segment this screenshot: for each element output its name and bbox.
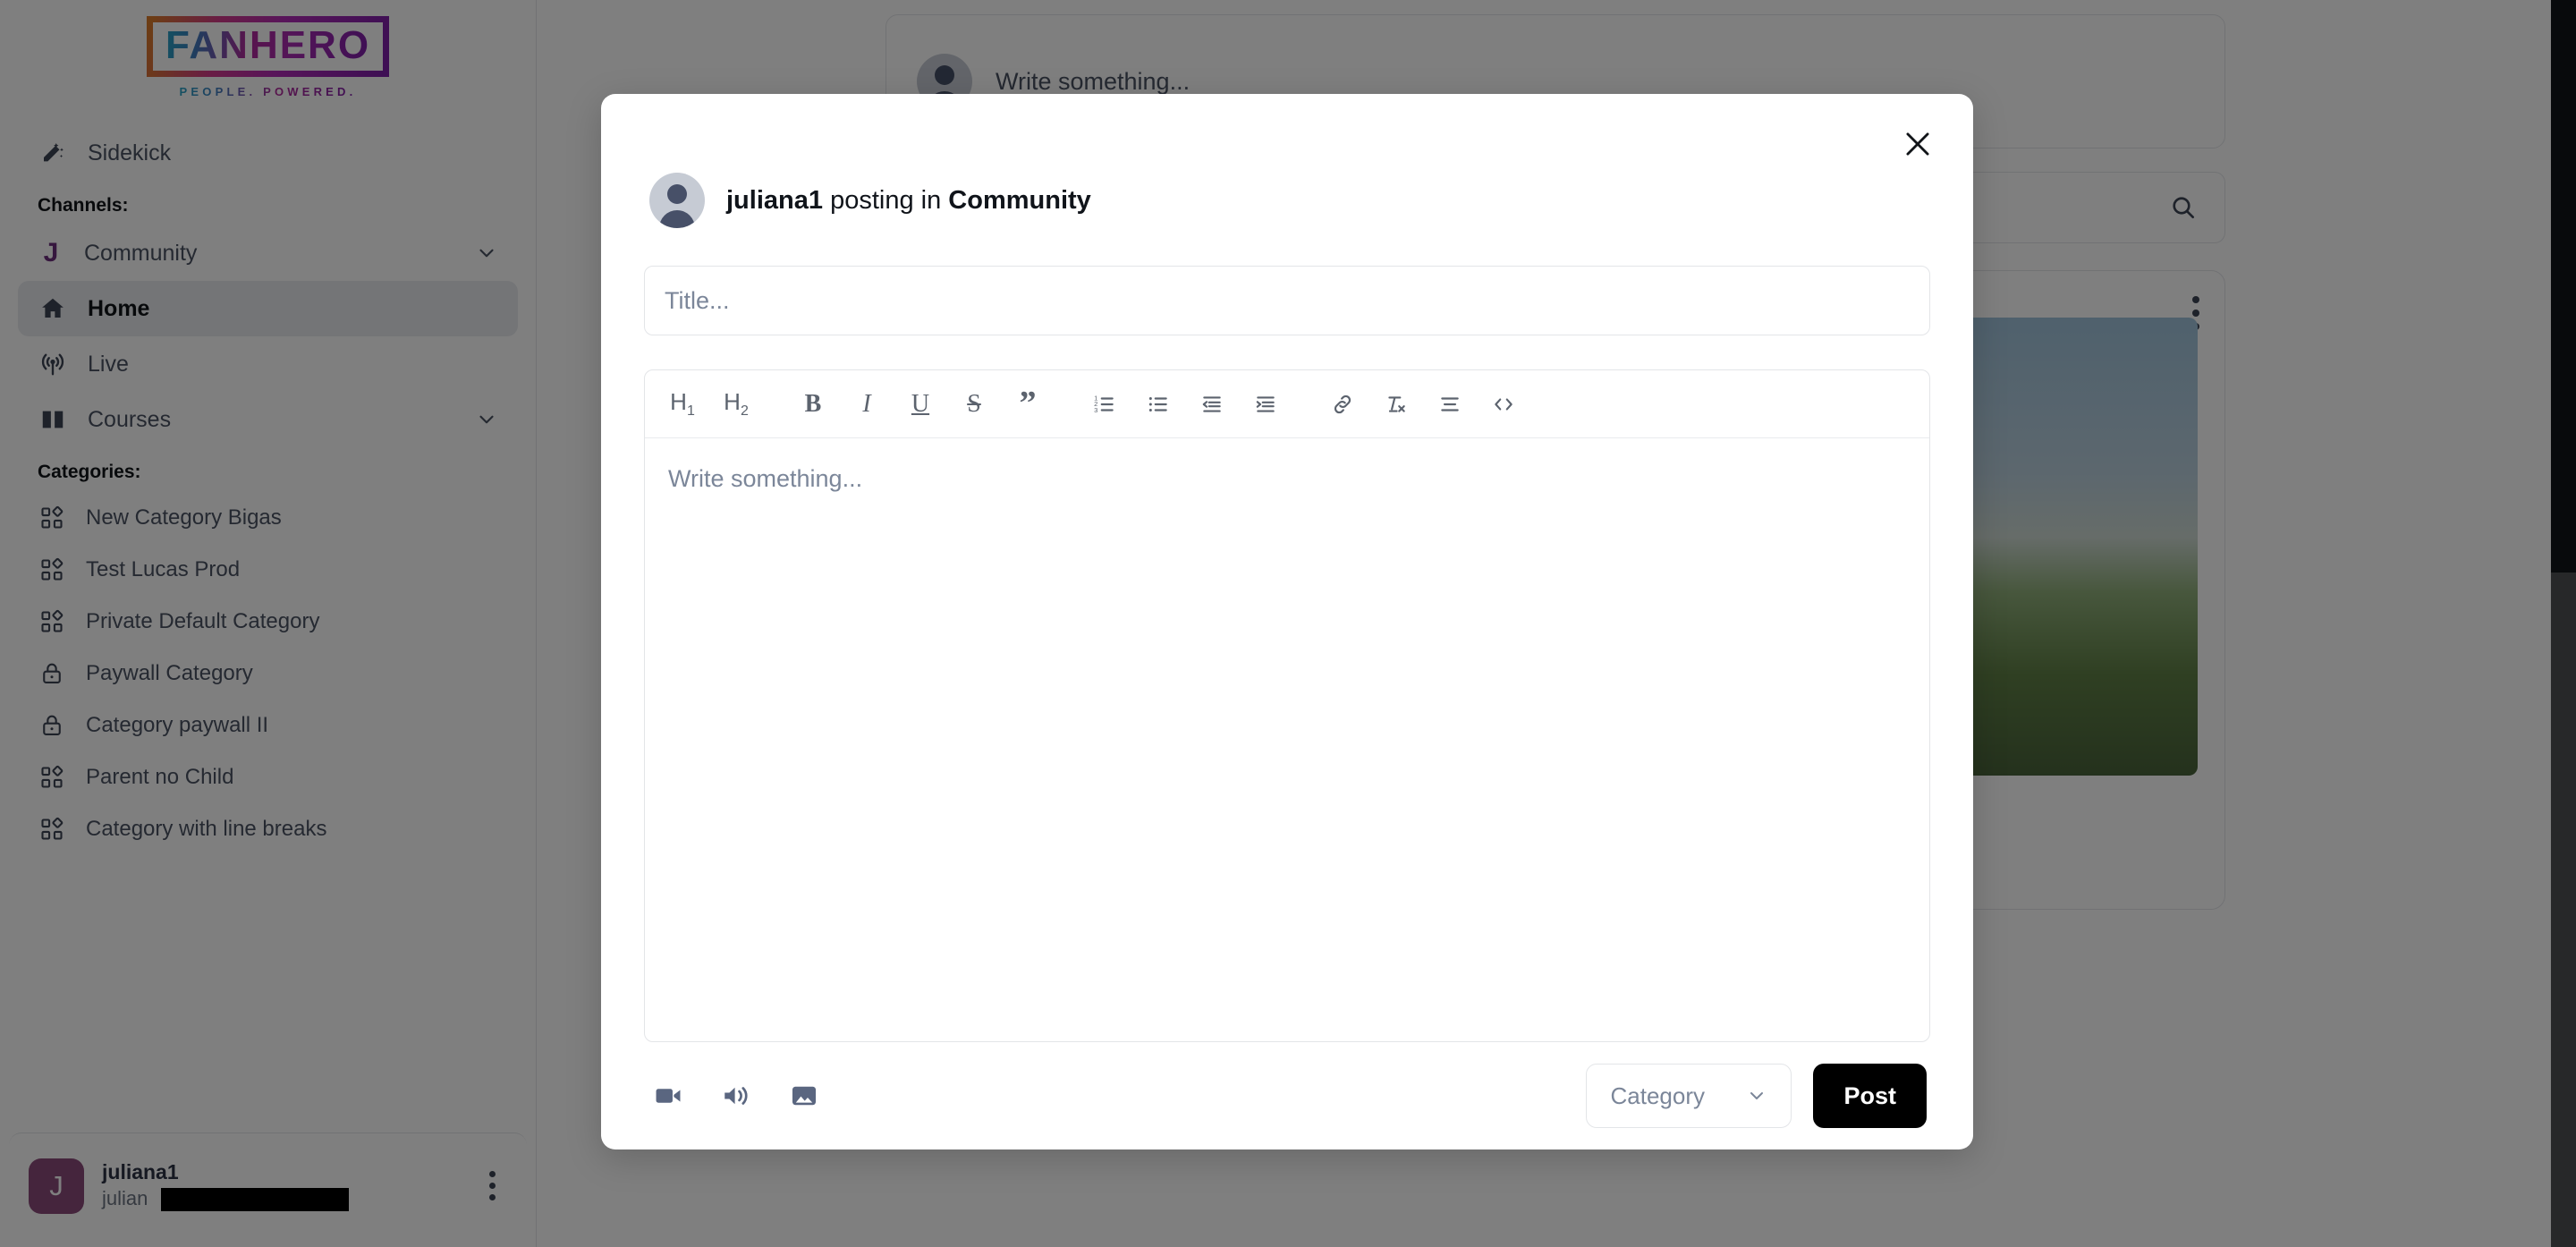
posting-in-text: posting in xyxy=(830,185,942,215)
create-post-modal: juliana1 posting in Community Title... H… xyxy=(601,94,1973,1149)
editor-toolbar: H1 H2 B I U S ” 123 xyxy=(645,370,1929,438)
media-attachment-buttons xyxy=(648,1075,825,1116)
post-body-input[interactable]: Write something... xyxy=(645,438,1929,1041)
ordered-list-button[interactable]: 123 xyxy=(1080,379,1130,429)
outdent-button[interactable] xyxy=(1187,379,1237,429)
modal-footer: Category Post xyxy=(601,1042,1973,1149)
heading-1-button[interactable]: H1 xyxy=(657,379,708,429)
heading-2-button[interactable]: H2 xyxy=(711,379,761,429)
image-icon xyxy=(789,1081,819,1111)
category-select[interactable]: Category xyxy=(1586,1064,1792,1128)
align-button[interactable] xyxy=(1425,379,1475,429)
post-body-placeholder: Write something... xyxy=(668,465,863,492)
category-select-label: Category xyxy=(1610,1082,1705,1109)
post-button[interactable]: Post xyxy=(1813,1064,1927,1128)
add-image-button[interactable] xyxy=(784,1075,825,1116)
modal-header: juliana1 posting in Community xyxy=(601,94,1973,228)
close-icon[interactable] xyxy=(1891,117,1945,171)
footer-actions: Category Post xyxy=(1586,1064,1927,1128)
post-title-input[interactable]: Title... xyxy=(644,266,1930,335)
indent-button[interactable] xyxy=(1241,379,1291,429)
italic-button[interactable]: I xyxy=(842,379,892,429)
blockquote-button[interactable]: ” xyxy=(1003,379,1053,429)
target-channel: Community xyxy=(948,185,1091,215)
bullet-list-button[interactable] xyxy=(1133,379,1183,429)
code-button[interactable] xyxy=(1479,379,1529,429)
add-audio-button[interactable] xyxy=(716,1075,757,1116)
speaker-icon xyxy=(721,1081,751,1111)
rich-text-editor: H1 H2 B I U S ” 123 Write something... xyxy=(644,369,1930,1042)
bold-button[interactable]: B xyxy=(788,379,838,429)
strikethrough-button[interactable]: S xyxy=(949,379,999,429)
svg-text:3: 3 xyxy=(1094,405,1097,413)
posting-context: juliana1 posting in Community xyxy=(726,186,1091,216)
video-camera-icon xyxy=(653,1081,683,1111)
user-avatar-icon xyxy=(649,173,705,228)
author-name: juliana1 xyxy=(726,185,823,215)
post-title-placeholder: Title... xyxy=(665,286,730,314)
add-video-button[interactable] xyxy=(648,1075,689,1116)
link-button[interactable] xyxy=(1318,379,1368,429)
clear-format-button[interactable] xyxy=(1371,379,1421,429)
underline-button[interactable]: U xyxy=(895,379,945,429)
chevron-down-icon xyxy=(1746,1085,1767,1107)
